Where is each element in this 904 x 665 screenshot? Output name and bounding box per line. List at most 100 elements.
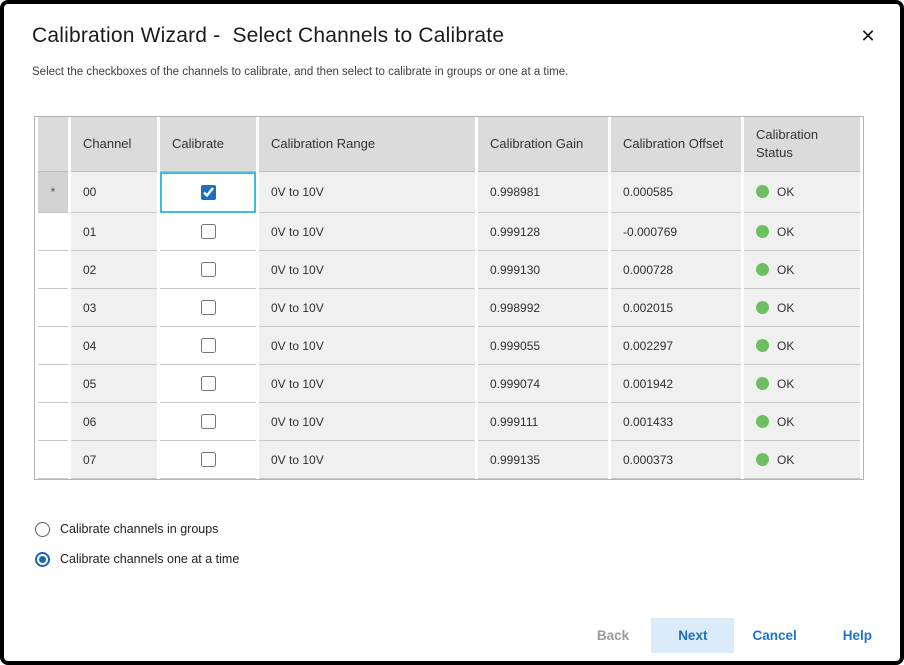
status-cell: OK: [744, 289, 860, 327]
calibrate-cell: [160, 213, 256, 251]
range-cell: 0V to 10V: [259, 213, 475, 251]
calibrate-cell: [160, 289, 256, 327]
calibrate-checkbox[interactable]: [201, 414, 216, 429]
header-calibrate[interactable]: Calibrate: [160, 117, 256, 172]
offset-cell: 0.000585: [611, 172, 741, 213]
gain-cell: 0.999130: [478, 251, 608, 289]
table-row: 01 0V to 10V 0.999128 -0.000769 OK: [38, 213, 860, 251]
table-row: 05 0V to 10V 0.999074 0.001942 OK: [38, 365, 860, 403]
status-label: OK: [777, 453, 794, 467]
calibrate-checkbox[interactable]: [201, 300, 216, 315]
status-ok-icon: [756, 377, 769, 390]
calibrate-cell: [160, 251, 256, 289]
next-button[interactable]: Next: [651, 618, 734, 653]
dialog-title: Calibration Wizard - Select Channels to …: [32, 24, 504, 48]
calibrate-checkbox[interactable]: [201, 376, 216, 391]
gain-cell: 0.999055: [478, 327, 608, 365]
status-label: OK: [777, 185, 794, 199]
status-cell: OK: [744, 172, 860, 213]
radio-unselected-icon[interactable]: [35, 522, 50, 537]
offset-cell: 0.000728: [611, 251, 741, 289]
row-selector[interactable]: [38, 289, 68, 327]
status-label: OK: [777, 339, 794, 353]
row-selector[interactable]: [38, 213, 68, 251]
status-label: OK: [777, 263, 794, 277]
channels-table: Channel Calibrate Calibration Range Cali…: [34, 116, 864, 480]
offset-cell: -0.000769: [611, 213, 741, 251]
header-range[interactable]: Calibration Range: [259, 117, 475, 172]
calibrate-checkbox[interactable]: [201, 262, 216, 277]
range-cell: 0V to 10V: [259, 441, 475, 479]
status-ok-icon: [756, 453, 769, 466]
calibrate-checkbox[interactable]: [201, 224, 216, 239]
calibrate-checkbox[interactable]: [201, 185, 216, 200]
calibration-mode-options: Calibrate channels in groups Calibrate c…: [35, 518, 239, 578]
radio-groups-label[interactable]: Calibrate channels in groups: [60, 522, 218, 536]
cancel-button[interactable]: Cancel: [752, 628, 796, 643]
radio-selected-icon[interactable]: [35, 552, 50, 567]
status-label: OK: [777, 415, 794, 429]
status-cell: OK: [744, 327, 860, 365]
radio-calibrate-in-groups[interactable]: Calibrate channels in groups: [35, 518, 239, 540]
channel-cell: 05: [71, 365, 157, 403]
row-selector[interactable]: [38, 403, 68, 441]
status-ok-icon: [756, 301, 769, 314]
header-gain[interactable]: Calibration Gain: [478, 117, 608, 172]
radio-single-label[interactable]: Calibrate channels one at a time: [60, 552, 239, 566]
range-cell: 0V to 10V: [259, 172, 475, 213]
gain-cell: 0.998992: [478, 289, 608, 327]
range-cell: 0V to 10V: [259, 403, 475, 441]
help-button[interactable]: Help: [843, 628, 872, 643]
gain-cell: 0.999135: [478, 441, 608, 479]
offset-cell: 0.001942: [611, 365, 741, 403]
row-selector[interactable]: *: [38, 172, 68, 213]
header-offset[interactable]: Calibration Offset: [611, 117, 741, 172]
status-cell: OK: [744, 365, 860, 403]
close-icon[interactable]: ✕: [856, 24, 880, 48]
table-row: 04 0V to 10V 0.999055 0.002297 OK: [38, 327, 860, 365]
status-ok-icon: [756, 263, 769, 276]
status-cell: OK: [744, 441, 860, 479]
status-ok-icon: [756, 185, 769, 198]
status-cell: OK: [744, 213, 860, 251]
table-header-row: Channel Calibrate Calibration Range Cali…: [38, 117, 860, 172]
table-row: * 00 0V to 10V 0.998981 0.000585 OK: [38, 172, 860, 213]
radio-calibrate-one-at-a-time[interactable]: Calibrate channels one at a time: [35, 548, 239, 570]
calibrate-cell: [160, 403, 256, 441]
gain-cell: 0.999128: [478, 213, 608, 251]
status-ok-icon: [756, 339, 769, 352]
gain-cell: 0.999111: [478, 403, 608, 441]
range-cell: 0V to 10V: [259, 289, 475, 327]
range-cell: 0V to 10V: [259, 365, 475, 403]
row-selector[interactable]: [38, 251, 68, 289]
channel-cell: 00: [71, 172, 157, 213]
table-row: 02 0V to 10V 0.999130 0.000728 OK: [38, 251, 860, 289]
header-corner-cell: [38, 117, 68, 172]
status-ok-icon: [756, 225, 769, 238]
calibrate-cell: [160, 365, 256, 403]
row-selector[interactable]: [38, 441, 68, 479]
calibrate-checkbox[interactable]: [201, 452, 216, 467]
header-status[interactable]: Calibration Status: [744, 117, 860, 172]
offset-cell: 0.002297: [611, 327, 741, 365]
calibrate-checkbox[interactable]: [201, 338, 216, 353]
range-cell: 0V to 10V: [259, 327, 475, 365]
offset-cell: 0.001433: [611, 403, 741, 441]
gain-cell: 0.999074: [478, 365, 608, 403]
gain-cell: 0.998981: [478, 172, 608, 213]
status-label: OK: [777, 301, 794, 315]
channel-cell: 06: [71, 403, 157, 441]
table-row: 06 0V to 10V 0.999111 0.001433 OK: [38, 403, 860, 441]
offset-cell: 0.002015: [611, 289, 741, 327]
table-row: 07 0V to 10V 0.999135 0.000373 OK: [38, 441, 860, 479]
offset-cell: 0.000373: [611, 441, 741, 479]
row-selector[interactable]: [38, 327, 68, 365]
row-selector[interactable]: [38, 365, 68, 403]
status-cell: OK: [744, 251, 860, 289]
calibrate-cell: [160, 172, 256, 213]
calibration-wizard-dialog: Calibration Wizard - Select Channels to …: [0, 0, 904, 665]
back-button[interactable]: Back: [597, 628, 629, 643]
channel-cell: 04: [71, 327, 157, 365]
header-channel[interactable]: Channel: [71, 117, 157, 172]
status-cell: OK: [744, 403, 860, 441]
